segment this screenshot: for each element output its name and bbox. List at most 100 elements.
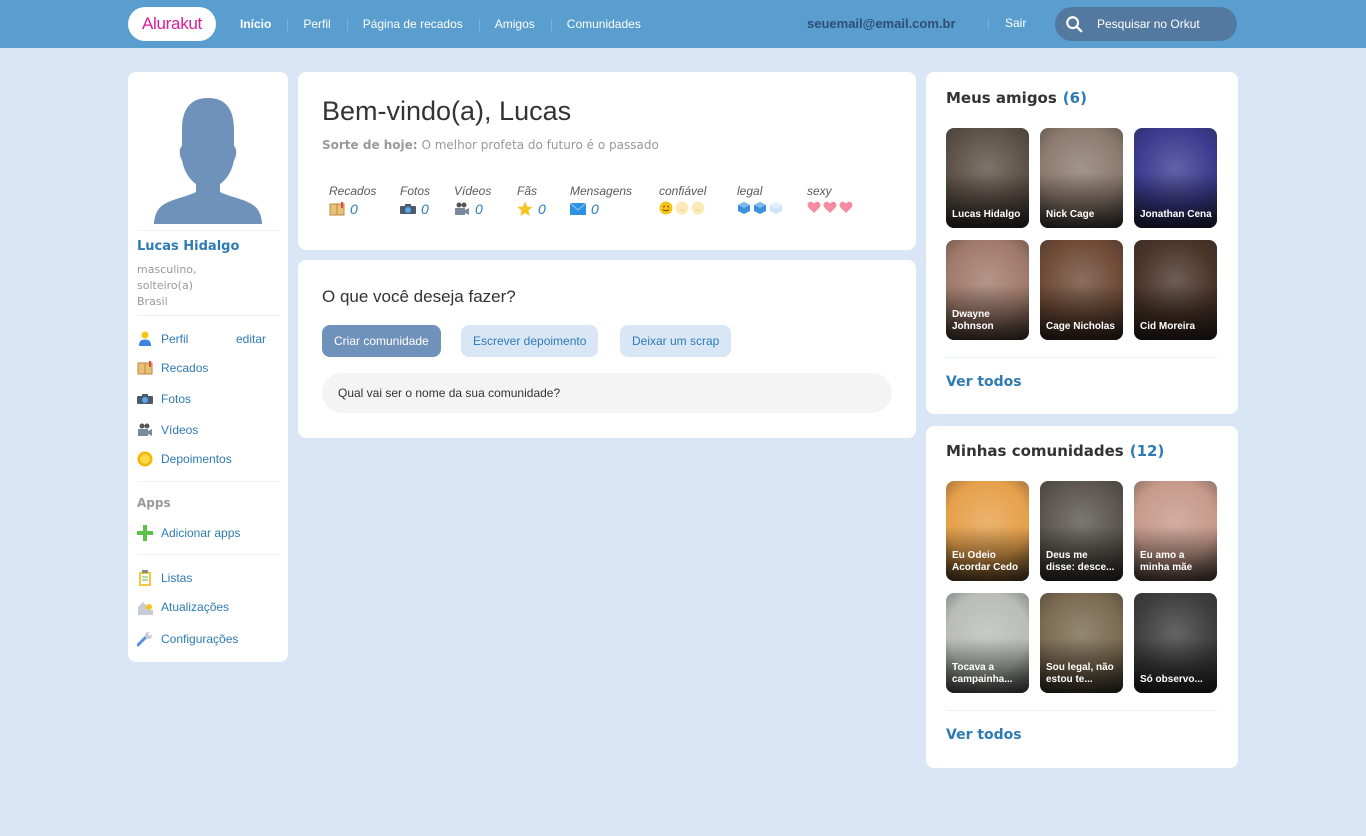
divider [946, 357, 1217, 358]
sidebar-item-recados[interactable]: Recados [137, 359, 208, 377]
sidebar-item-label: Recados [161, 361, 209, 375]
community-tile[interactable]: Tocava a campainha... [946, 593, 1029, 693]
sidebar-item-atualizacoes[interactable]: Atualizações [137, 598, 229, 616]
rating-cubes [737, 201, 783, 215]
divider [137, 230, 280, 231]
sidebar-item-videos[interactable]: Vídeos [137, 421, 198, 439]
sidebar-item-label: Depoimentos [161, 452, 232, 466]
friends-title-text: Meus amigos [946, 89, 1057, 107]
community-tile[interactable]: Eu Odeio Acordar Cedo [946, 481, 1029, 581]
stat-label: Fotos [400, 184, 431, 198]
friend-name: Cid Moreira [1140, 321, 1196, 332]
sidebar-item-depoimentos[interactable]: Depoimentos [137, 450, 232, 468]
rating-sexy[interactable]: sexy [807, 184, 853, 214]
friend-tile[interactable]: Nick Cage [1040, 128, 1123, 228]
sidebar-item-fotos[interactable]: Fotos [137, 390, 191, 408]
video-camera-icon [454, 202, 470, 216]
see-all-friends-link[interactable]: Ver todos [946, 374, 1022, 390]
sidebar-item-label: Adicionar apps [161, 526, 241, 540]
video-camera-icon [137, 422, 153, 438]
plus-icon [137, 525, 153, 541]
write-testimonial-button[interactable]: Escrever depoimento [461, 325, 599, 357]
communities-box: Minhas comunidades (12) Eu Odeio Acordar … [926, 426, 1238, 768]
sidebar-item-label: Listas [161, 571, 193, 585]
sidebar-item-label: Fotos [161, 392, 192, 406]
communities-grid: Eu Odeio Acordar Cedo Deus me disse: des… [946, 481, 1217, 693]
profile-status: solteiro(a) [137, 279, 193, 292]
sidebar-item-configuracoes[interactable]: Configurações [137, 630, 238, 648]
user-silhouette-icon[interactable] [140, 88, 276, 224]
smiley-icon [691, 201, 705, 215]
sidebar-item-listas[interactable]: Listas [137, 569, 192, 587]
nav-recados[interactable]: Página de recados [346, 17, 479, 31]
profile-info: masculino, solteiro(a) Brasil [137, 262, 197, 310]
heart-icon [839, 201, 853, 213]
logo[interactable]: Alurakut [128, 7, 216, 41]
community-name: Deus me disse: desce... [1046, 550, 1115, 573]
community-tile[interactable]: Sou legal, não estou te... [1040, 593, 1123, 693]
actions-title: O que você deseja fazer? [322, 287, 516, 306]
divider [988, 18, 989, 30]
stat-value: 0 [421, 201, 429, 217]
leave-scrap-button[interactable]: Deixar um scrap [620, 325, 732, 357]
nav-comunidades[interactable]: Comunidades [550, 17, 657, 31]
friends-title: Meus amigos (6) [946, 89, 1087, 107]
nav-inicio[interactable]: Início [224, 17, 287, 31]
sidebar-item-adicionar-apps[interactable]: Adicionar apps [137, 524, 240, 542]
friend-tile[interactable]: Cid Moreira [1134, 240, 1217, 340]
wrench-icon [137, 631, 153, 647]
camera-icon [400, 202, 416, 216]
profile-name[interactable]: Lucas Hidalgo [137, 239, 239, 254]
heart-icon [807, 201, 821, 213]
nav-perfil[interactable]: Perfil [287, 17, 346, 31]
friend-name: Dwayne Johnson [952, 309, 994, 332]
friend-name: Jonathan Cena [1140, 209, 1212, 220]
search-icon [1066, 16, 1083, 33]
main-nav: Início Perfil Página de recados Amigos C… [224, 0, 657, 48]
user-email: seuemail@email.com.br [807, 16, 956, 31]
rating-label: legal [737, 184, 763, 198]
stat-label: Vídeos [454, 184, 492, 198]
community-tile[interactable]: Só observo... [1134, 593, 1217, 693]
search-bar[interactable] [1055, 7, 1237, 41]
rating-label: confiável [659, 184, 707, 198]
stat-videos[interactable]: Vídeos 0 [454, 184, 491, 217]
community-name-input[interactable] [322, 373, 892, 413]
ice-cube-icon [770, 202, 782, 214]
friend-tile[interactable]: Lucas Hidalgo [946, 128, 1029, 228]
community-name: Eu amo a minha mãe [1140, 550, 1193, 573]
search-input[interactable] [1097, 17, 1227, 31]
community-name: Tocava a campainha... [952, 662, 1013, 685]
stat-mensagens[interactable]: Mensagens 0 [570, 184, 632, 217]
stat-fas[interactable]: Fãs 0 [517, 184, 546, 217]
rating-hearts [807, 201, 853, 214]
create-community-button[interactable]: Criar comunidade [322, 325, 441, 357]
community-tile[interactable]: Deus me disse: desce... [1040, 481, 1123, 581]
sidebar-item-label: Perfil [161, 332, 189, 346]
notebook-icon [329, 202, 345, 216]
apps-heading: Apps [137, 496, 171, 510]
rating-label: sexy [807, 184, 832, 198]
friend-tile[interactable]: Dwayne Johnson [946, 240, 1029, 340]
stat-value: 0 [538, 201, 546, 217]
friend-tile[interactable]: Jonathan Cena [1134, 128, 1217, 228]
updates-icon [137, 599, 153, 615]
stat-fotos[interactable]: Fotos 0 [400, 184, 430, 217]
community-tile[interactable]: Eu amo a minha mãe [1134, 481, 1217, 581]
nav-amigos[interactable]: Amigos [478, 17, 551, 31]
sidebar-item-perfil[interactable]: Perfil [137, 330, 188, 348]
actions-card: O que você deseja fazer? Criar comunidad… [298, 260, 916, 438]
rating-legal[interactable]: legal [737, 184, 783, 215]
see-all-communities-link[interactable]: Ver todos [946, 727, 1022, 743]
edit-profile-link[interactable]: editar [236, 332, 266, 346]
smiley-icon [675, 201, 689, 215]
logout-link[interactable]: Sair [1005, 16, 1026, 30]
friend-tile[interactable]: Cage Nicholas [1040, 240, 1123, 340]
clipboard-icon [137, 570, 153, 586]
communities-title-text: Minhas comunidades [946, 442, 1124, 460]
stat-recados[interactable]: Recados 0 [329, 184, 376, 217]
top-bar: Alurakut Início Perfil Página de recados… [0, 0, 1366, 48]
stat-value: 0 [475, 201, 483, 217]
rating-confiavel[interactable]: confiável [659, 184, 706, 215]
communities-count: (12) [1129, 442, 1165, 460]
